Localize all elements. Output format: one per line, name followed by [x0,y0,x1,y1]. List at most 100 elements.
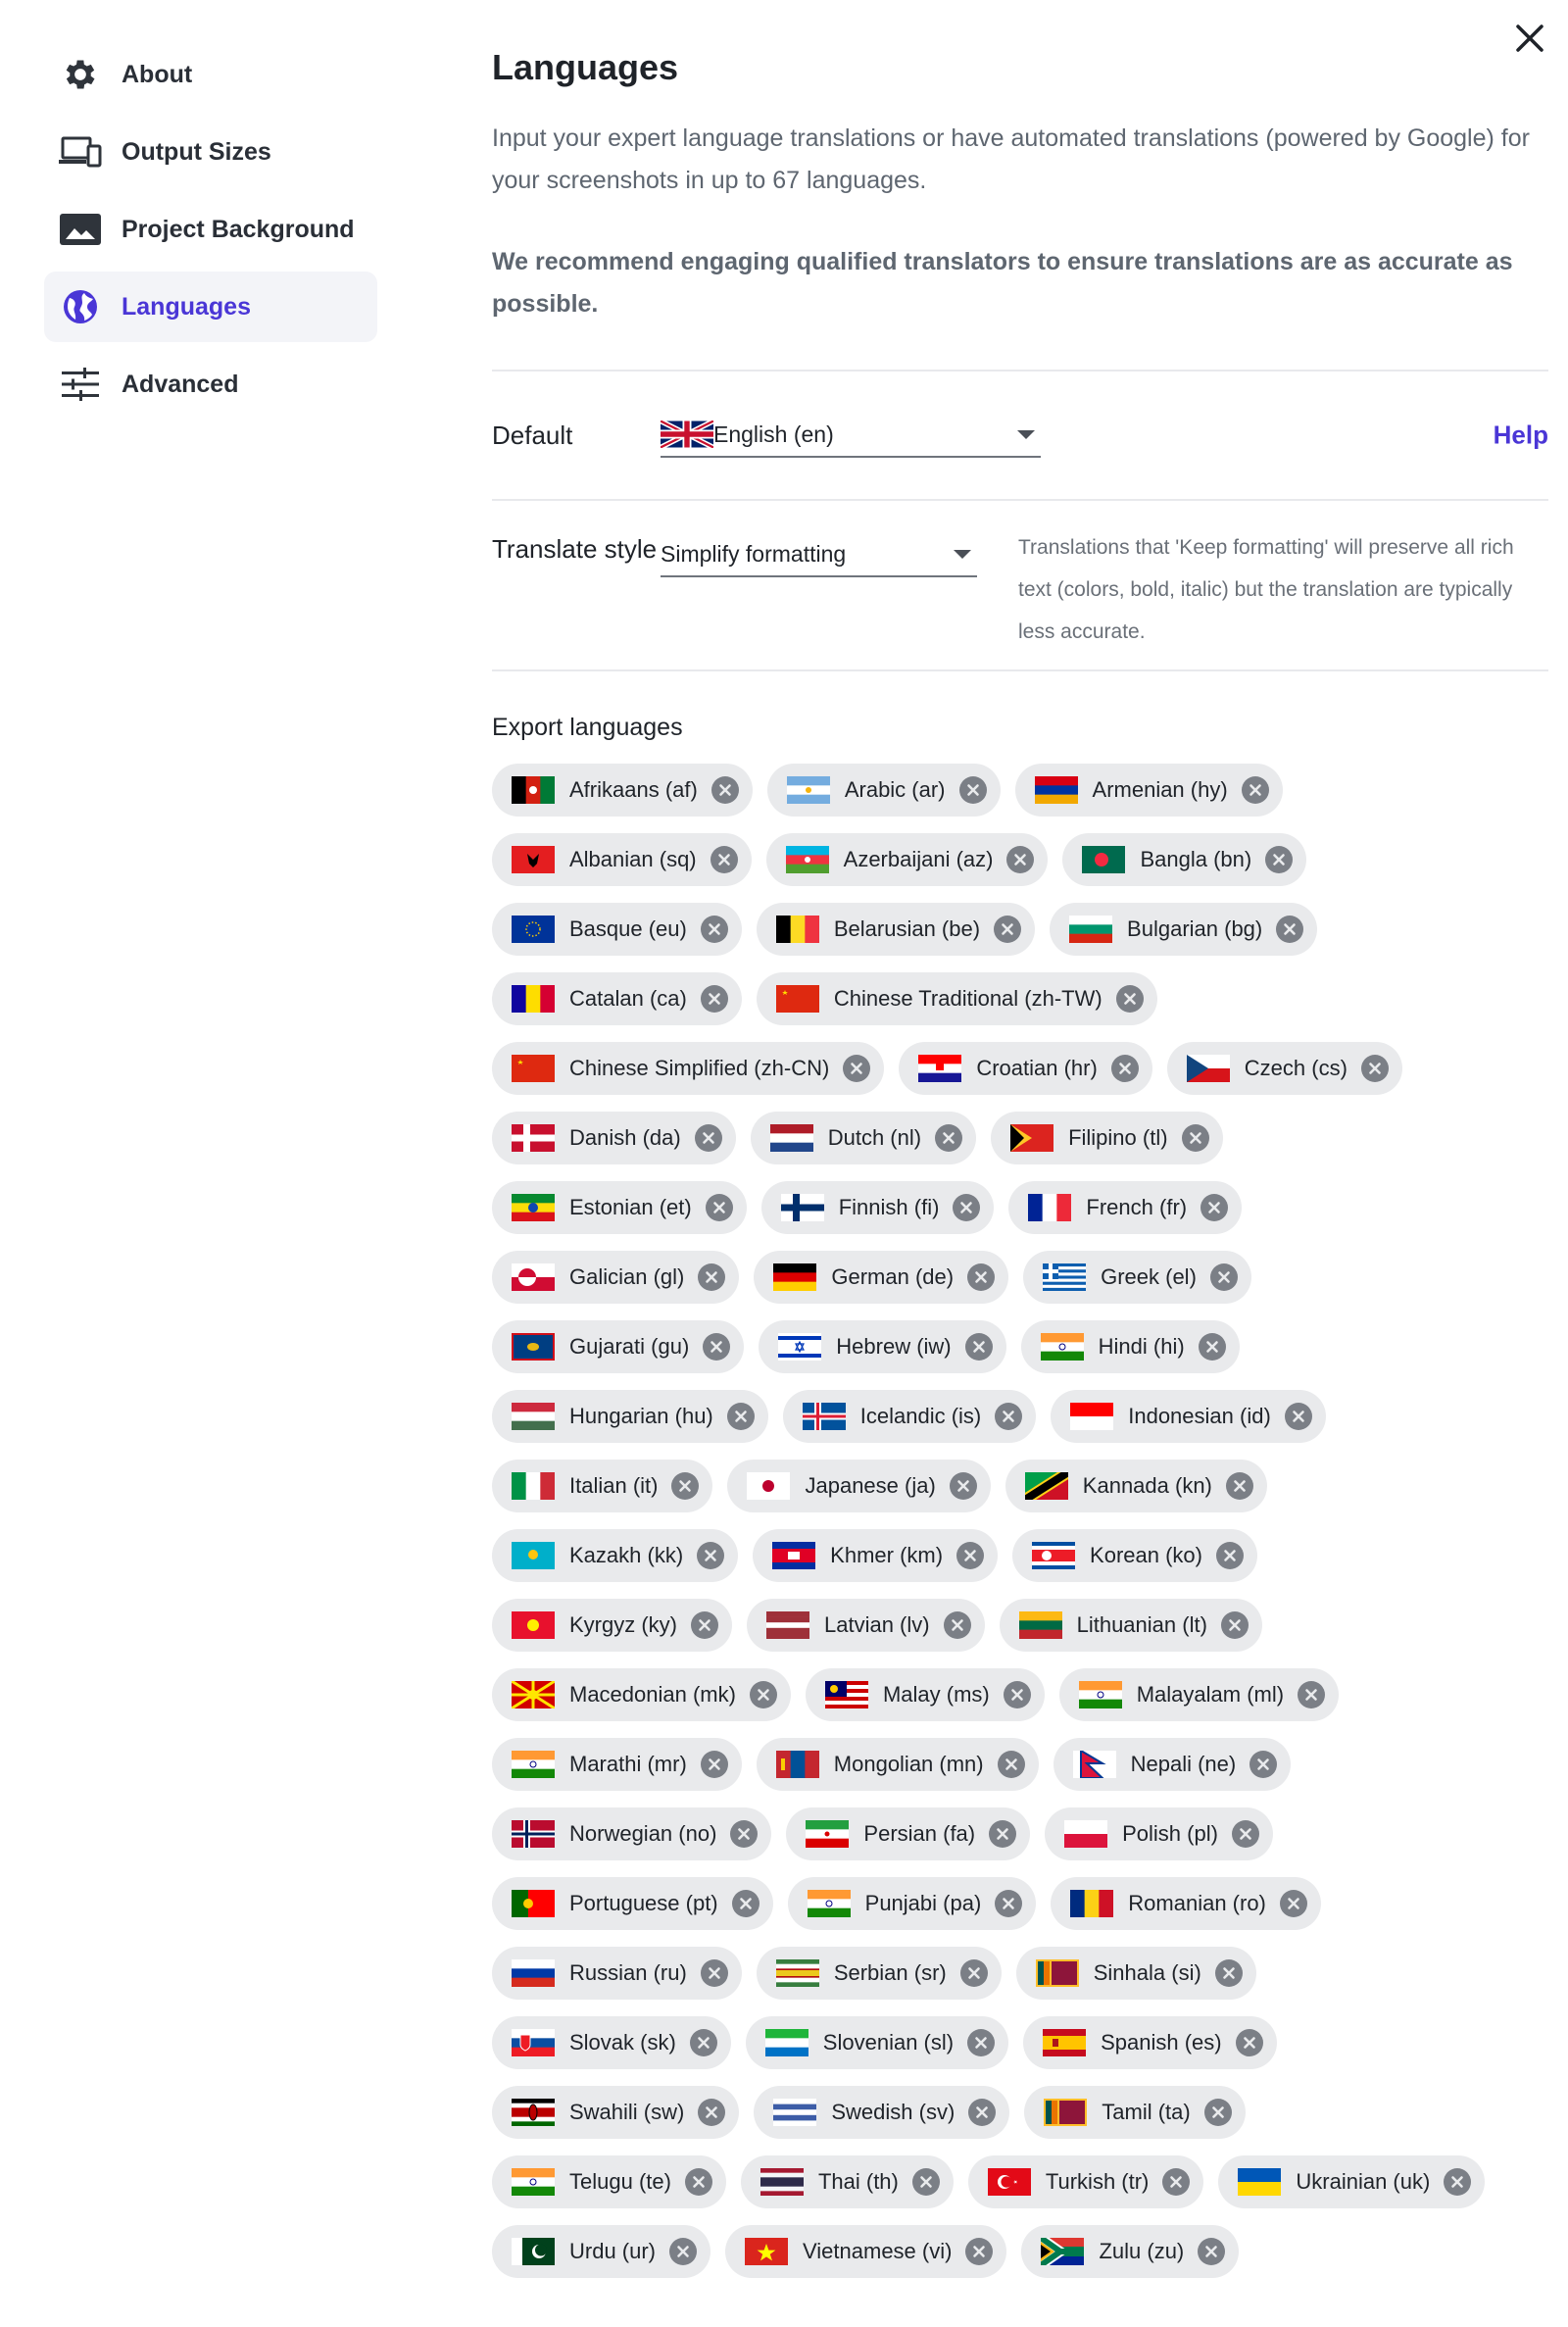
remove-language-button[interactable] [671,1472,700,1500]
language-chip-label: Kyrgyz (ky) [569,1612,677,1637]
sidebar-item-about[interactable]: About [44,39,377,110]
remove-language-button[interactable] [935,1124,963,1152]
remove-language-button[interactable] [1250,1751,1278,1778]
remove-language-button[interactable] [1162,2168,1191,2196]
remove-language-button[interactable] [949,1472,977,1500]
remove-language-button[interactable] [1115,985,1144,1013]
language-chip-ca: Catalan (ca) [492,972,742,1025]
close-icon [1222,1967,1235,1979]
language-chip-el: Greek (el) [1023,1251,1251,1304]
remove-language-button[interactable] [1220,1611,1249,1639]
remove-language-button[interactable] [968,2099,997,2126]
help-link[interactable]: Help [1494,421,1548,451]
remove-language-button[interactable] [669,2238,698,2265]
remove-language-button[interactable] [967,2029,996,2056]
remove-language-button[interactable] [698,1263,726,1291]
close-icon [706,2106,718,2118]
remove-language-button[interactable] [911,2168,940,2196]
remove-language-button[interactable] [956,1542,985,1569]
remove-language-button[interactable] [995,1403,1023,1430]
remove-language-button[interactable] [965,2238,994,2265]
language-chip-label: Polish (pl) [1122,1821,1218,1846]
remove-language-button[interactable] [730,1820,759,1848]
remove-language-button[interactable] [1203,2099,1232,2126]
remove-language-button[interactable] [997,1751,1025,1778]
chip-row: Slovak (sk) Slovenian (sl) Spanish (es) [492,2016,1548,2069]
remove-language-button[interactable] [1110,1055,1139,1082]
remove-language-button[interactable] [1209,1263,1238,1291]
remove-language-button[interactable] [989,1820,1017,1848]
remove-language-button[interactable] [967,1263,996,1291]
remove-language-button[interactable] [700,985,728,1013]
remove-language-button[interactable] [1241,776,1269,804]
remove-language-button[interactable] [749,1681,777,1708]
language-chip-label: Marathi (mr) [569,1752,687,1776]
remove-language-button[interactable] [1279,1890,1307,1917]
close-icon [1257,1758,1270,1770]
remove-language-button[interactable] [994,916,1022,943]
language-chip-kn: Kannada (kn) [1004,1460,1267,1512]
remove-language-button[interactable] [703,1333,731,1361]
remove-language-button[interactable] [1200,1194,1229,1221]
language-chip-id: Indonesian (id) [1051,1390,1326,1443]
gear-icon [59,53,102,96]
remove-language-button[interactable] [959,1959,988,1987]
translate-style-value: Simplify formatting [661,540,847,567]
remove-language-button[interactable] [958,776,987,804]
remove-language-button[interactable] [1214,1959,1243,1987]
sidebar-item-languages[interactable]: Languages [44,272,377,342]
language-chip-pa: Punjabi (pa) [787,1877,1037,1930]
remove-language-button[interactable] [700,916,728,943]
remove-language-button[interactable] [1216,1542,1244,1569]
remove-language-button[interactable] [943,1611,971,1639]
remove-language-button[interactable] [726,1403,755,1430]
remove-language-button[interactable] [1276,916,1304,943]
remove-language-button[interactable] [700,1751,728,1778]
remove-language-button[interactable] [691,1611,718,1639]
remove-language-button[interactable] [1181,1124,1209,1152]
language-chip-label: Mongolian (mn) [833,1752,984,1776]
remove-language-button[interactable] [995,1890,1023,1917]
remove-language-button[interactable] [731,1890,760,1917]
remove-language-button[interactable] [843,1055,871,1082]
remove-language-button[interactable] [1284,1403,1312,1430]
remove-language-button[interactable] [1006,846,1035,873]
remove-language-button[interactable] [698,2099,726,2126]
chip-row: Albanian (sq) Azerbaijani (az) Bangla (bn) [492,833,1548,886]
remove-language-button[interactable] [1198,1333,1226,1361]
remove-language-button[interactable] [1198,2238,1226,2265]
language-chip-label: Japanese (ja) [805,1473,936,1498]
language-chip-ur: Urdu (ur) [492,2225,711,2278]
language-chip-hy: Armenian (hy) [1014,764,1283,817]
remove-language-button[interactable] [1003,1681,1031,1708]
sidebar-item-advanced[interactable]: Advanced [44,349,377,420]
remove-language-button[interactable] [700,1959,728,1987]
chevron-down-icon [1017,430,1035,439]
language-chip-label: Bangla (bn) [1140,847,1252,871]
remove-language-button[interactable] [1265,846,1294,873]
sidebar-item-project-background[interactable]: Project Background [44,194,377,265]
remove-language-button[interactable] [697,1542,725,1569]
remove-language-button[interactable] [710,846,738,873]
default-language-select[interactable]: English (en) [659,413,1041,458]
remove-language-button[interactable] [684,2168,712,2196]
remove-language-button[interactable] [705,1194,733,1221]
remove-language-button[interactable] [1235,2029,1263,2056]
remove-language-button[interactable] [964,1333,993,1361]
flag-et-icon [512,1194,555,1222]
remove-language-button[interactable] [1360,1055,1389,1082]
remove-language-button[interactable] [1298,1681,1326,1708]
translate-style-hint: Translations that 'Keep formatting' will… [1018,536,1514,643]
remove-language-button[interactable] [1444,2168,1472,2196]
remove-language-button[interactable] [710,776,739,804]
remove-language-button[interactable] [1225,1472,1253,1500]
sidebar-item-output-sizes[interactable]: Output Sizes [44,117,377,187]
remove-language-button[interactable] [694,1124,722,1152]
remove-language-button[interactable] [689,2029,717,2056]
close-icon [1224,1550,1236,1561]
remove-language-button[interactable] [953,1194,981,1221]
language-chip-label: Latvian (lv) [824,1612,930,1637]
remove-language-button[interactable] [1231,1820,1259,1848]
translate-style-select[interactable]: Simplify formatting [661,532,977,577]
chip-row: Kazakh (kk) Khmer (km) Korean (ko) [492,1529,1548,1582]
